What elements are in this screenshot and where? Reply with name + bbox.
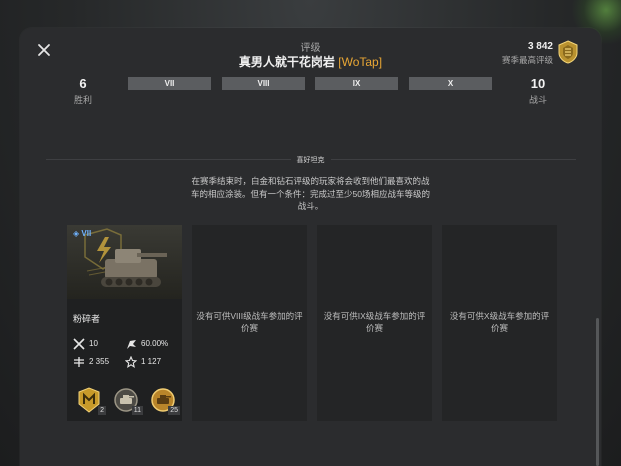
section-heading: 喜好坦克 bbox=[20, 155, 601, 165]
tank-battles: 10 bbox=[89, 339, 98, 349]
empty-slot-message: 没有可供IX级战车参加的评价赛 bbox=[323, 311, 426, 333]
tank-medal[interactable]: 11 bbox=[112, 386, 143, 415]
empty-slot-ix: 没有可供IX级战车参加的评价赛 bbox=[317, 225, 432, 421]
wins-stat: 6 胜利 bbox=[63, 76, 103, 106]
tank-tier: VII bbox=[81, 229, 92, 238]
tier-tab-ix[interactable]: IX bbox=[315, 77, 398, 90]
season-best-label: 赛季最高评级 bbox=[501, 55, 553, 65]
tier-tab-vii[interactable]: VII bbox=[128, 77, 211, 90]
tank-tier-badge: ◈ VII bbox=[73, 229, 91, 238]
victory-flag-icon bbox=[127, 340, 136, 349]
battles-label: 战斗 bbox=[528, 95, 547, 105]
player-nickname: 真男人就干花岗岩 bbox=[238, 55, 335, 69]
clan-tag[interactable]: [WoTap] bbox=[338, 55, 382, 69]
star-icon bbox=[125, 356, 137, 368]
mastery-medal[interactable]: 2 bbox=[75, 386, 106, 415]
tank-avg-damage: 2 355 bbox=[89, 357, 110, 367]
empty-slot-message: 没有可供VIII级战车参加的评价赛 bbox=[196, 311, 303, 333]
tank-class-icon: ◈ bbox=[73, 229, 80, 238]
panel-title: 评级 bbox=[300, 43, 321, 54]
empty-slot-viii: 没有可供VIII级战车参加的评价赛 bbox=[192, 225, 307, 421]
tank-win-rate: 60.00% bbox=[141, 339, 169, 349]
crossed-swords-icon bbox=[73, 338, 85, 350]
section-description: 在赛季结束时，白金和钻石评级的玩家将会收到他们最喜欢的战车的相应涂装。但有一个条… bbox=[191, 176, 430, 211]
season-best-value: 3 842 bbox=[527, 41, 553, 52]
empty-slot-message: 没有可供X级战车参加的评价赛 bbox=[449, 311, 550, 333]
medal-count: 25 bbox=[168, 406, 180, 415]
tier-tab-viii[interactable]: VIII bbox=[222, 77, 305, 90]
battles-count-stat: 10 bbox=[73, 338, 98, 350]
battles-stat: 10 战斗 bbox=[518, 76, 558, 106]
section-heading-text: 喜好坦克 bbox=[290, 157, 331, 164]
wins-value: 6 bbox=[79, 76, 87, 91]
tier-tab-x[interactable]: X bbox=[409, 77, 492, 90]
damage-icon bbox=[74, 357, 84, 367]
rating-league-badge-icon bbox=[558, 40, 578, 64]
win-rate-stat: 60.00% bbox=[125, 338, 168, 350]
battles-value: 10 bbox=[530, 76, 546, 91]
rating-stat: 1 127 bbox=[125, 356, 161, 368]
gold-tank-medal[interactable]: 25 bbox=[149, 386, 180, 415]
tank-image: ◈ VII bbox=[67, 225, 182, 299]
tank-rating: 1 127 bbox=[141, 357, 162, 367]
medal-count: 2 bbox=[98, 406, 106, 415]
wins-label: 胜利 bbox=[73, 95, 92, 105]
medal-count: 11 bbox=[131, 406, 143, 415]
scrollbar[interactable] bbox=[596, 318, 599, 466]
tank-name: 粉碎者 bbox=[73, 314, 101, 324]
avg-damage-stat: 2 355 bbox=[73, 356, 109, 368]
rating-panel: 评级 真男人就干花岗岩 [WoTap] 3 842 赛季最高评级 6 胜利 10… bbox=[20, 28, 601, 466]
empty-slot-x: 没有可供X级战车参加的评价赛 bbox=[442, 225, 557, 421]
favorite-tank-card[interactable]: ◈ VII 粉碎者 10 60.00% 2 355 1 127 2 11 25 bbox=[67, 225, 182, 421]
